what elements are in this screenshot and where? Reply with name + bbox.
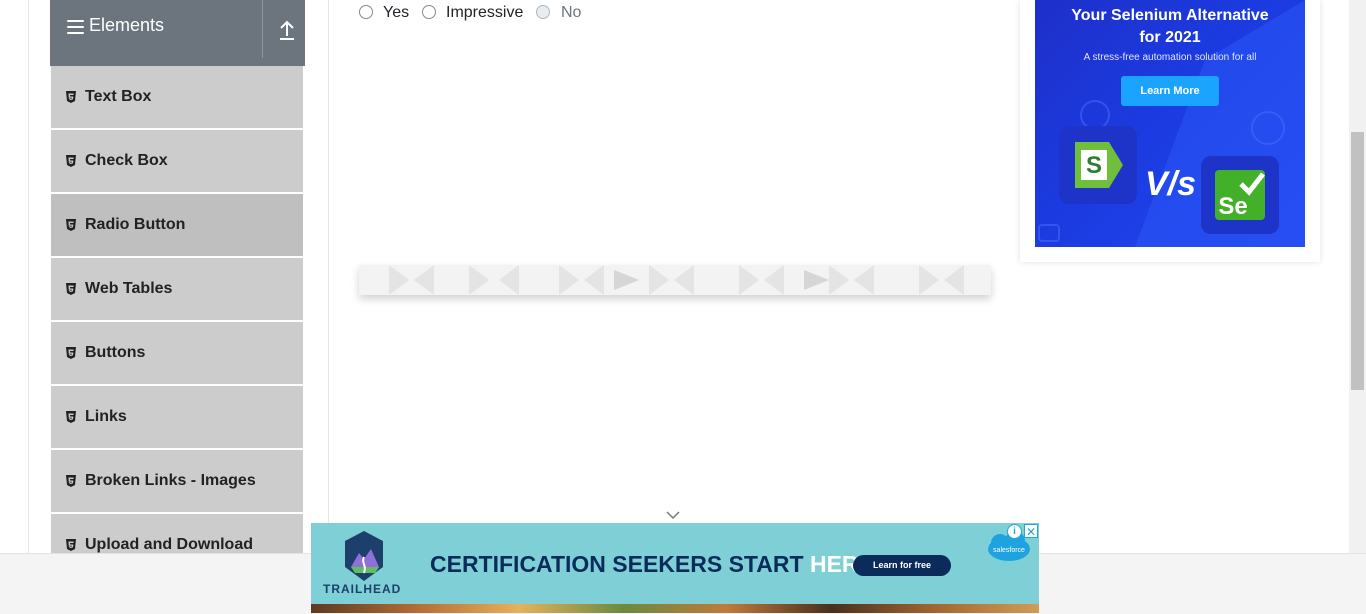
- html5-icon: [66, 347, 76, 359]
- trailhead-brand: TRAILHEAD: [323, 582, 402, 596]
- html5-icon: [66, 283, 76, 295]
- html5-icon: [66, 411, 76, 423]
- sidebar-item-label: Text Box: [85, 88, 152, 105]
- elements-group-header[interactable]: Elements: [50, 0, 305, 66]
- sidebar: Elements Text Box Check Box Radio Button…: [50, 0, 305, 553]
- svg-text:salesforce: salesforce: [993, 547, 1025, 554]
- sidebar-item-label: Broken Links - Images: [85, 472, 256, 489]
- sidebar-item-label: Links: [85, 408, 127, 425]
- radio-impressive[interactable]: [422, 5, 436, 19]
- sidebar-item-label: Buttons: [85, 344, 146, 361]
- html5-icon: [66, 91, 76, 103]
- ad-headline-line1: Your Selenium Alternative: [1071, 7, 1269, 24]
- ad-subtext: A stress-free automation solution for al…: [1083, 52, 1257, 63]
- ad-illustration-strip: [311, 604, 1039, 613]
- sidebar-item-label: Upload and Download: [85, 536, 253, 553]
- html5-icon: [66, 539, 76, 551]
- ad-headline-line2: for 2021: [1139, 29, 1201, 46]
- radio-label-yes[interactable]: Yes: [383, 4, 409, 22]
- collapse-arrow-icon[interactable]: [272, 18, 302, 44]
- sidebar-item-web-tables[interactable]: Web Tables: [51, 258, 303, 322]
- ad-banner[interactable]: Your Selenium Alternative for 2021 A str…: [1035, 0, 1305, 247]
- svg-text:Se: Se: [1218, 193, 1247, 220]
- radio-label-impressive[interactable]: Impressive: [446, 4, 523, 22]
- sidebar-item-radio-button[interactable]: Radio Button: [51, 194, 303, 258]
- hamburger-icon: [67, 20, 84, 34]
- header-separator: [262, 0, 263, 58]
- svg-text:S: S: [1086, 152, 1102, 179]
- sidebar-item-label: Check Box: [85, 152, 168, 169]
- decorative-pattern-strip: [359, 265, 991, 295]
- chevron-down-icon[interactable]: [666, 510, 680, 520]
- sidebar-item-label: Radio Button: [85, 216, 186, 233]
- ad-learn-more-button[interactable]: Learn More: [1121, 76, 1219, 106]
- group-title: Elements: [89, 15, 165, 35]
- left-gutter-line: [28, 0, 29, 553]
- html5-icon: [66, 155, 76, 167]
- learn-for-free-button[interactable]: Learn for free: [853, 555, 951, 576]
- sidebar-item-text-box[interactable]: Text Box: [51, 66, 303, 130]
- ad-headline: Your Selenium Alternative for 2021: [1035, 5, 1305, 49]
- bottom-advertisement[interactable]: TRAILHEAD CERTIFICATION SEEKERS START HE…: [311, 523, 1039, 613]
- versus-text: V/s: [1145, 165, 1197, 203]
- sidebar-item-links[interactable]: Links: [51, 386, 303, 450]
- radio-no: [536, 5, 550, 19]
- page-scrollbar-thumb[interactable]: [1351, 132, 1364, 390]
- sidebar-item-check-box[interactable]: Check Box: [51, 130, 303, 194]
- ad-bottom-headline-main: CERTIFICATION SEEKERS START: [430, 551, 810, 577]
- trailhead-logo: [345, 531, 383, 581]
- ad-bottom-headline: CERTIFICATION SEEKERS START HERE.: [430, 551, 880, 578]
- sidebar-item-upload-and-download[interactable]: Upload and Download: [51, 514, 303, 553]
- sidebar-item-buttons[interactable]: Buttons: [51, 322, 303, 386]
- radio-label-no: No: [561, 4, 582, 21]
- adchoices-icon[interactable]: i: [1007, 524, 1022, 539]
- html5-icon: [66, 219, 76, 231]
- content-divider: [328, 0, 329, 553]
- sidebar-advertisement[interactable]: Your Selenium Alternative for 2021 A str…: [1020, 0, 1320, 262]
- radio-yes[interactable]: [359, 5, 373, 19]
- sidebar-item-label: Web Tables: [85, 280, 173, 297]
- katalon-logo: S: [1059, 126, 1137, 204]
- selenium-logo: Se: [1201, 156, 1279, 234]
- sidebar-item-broken-links-images[interactable]: Broken Links - Images: [51, 450, 303, 514]
- close-ad-icon[interactable]: ✕: [1024, 524, 1038, 539]
- html5-icon: [66, 475, 76, 487]
